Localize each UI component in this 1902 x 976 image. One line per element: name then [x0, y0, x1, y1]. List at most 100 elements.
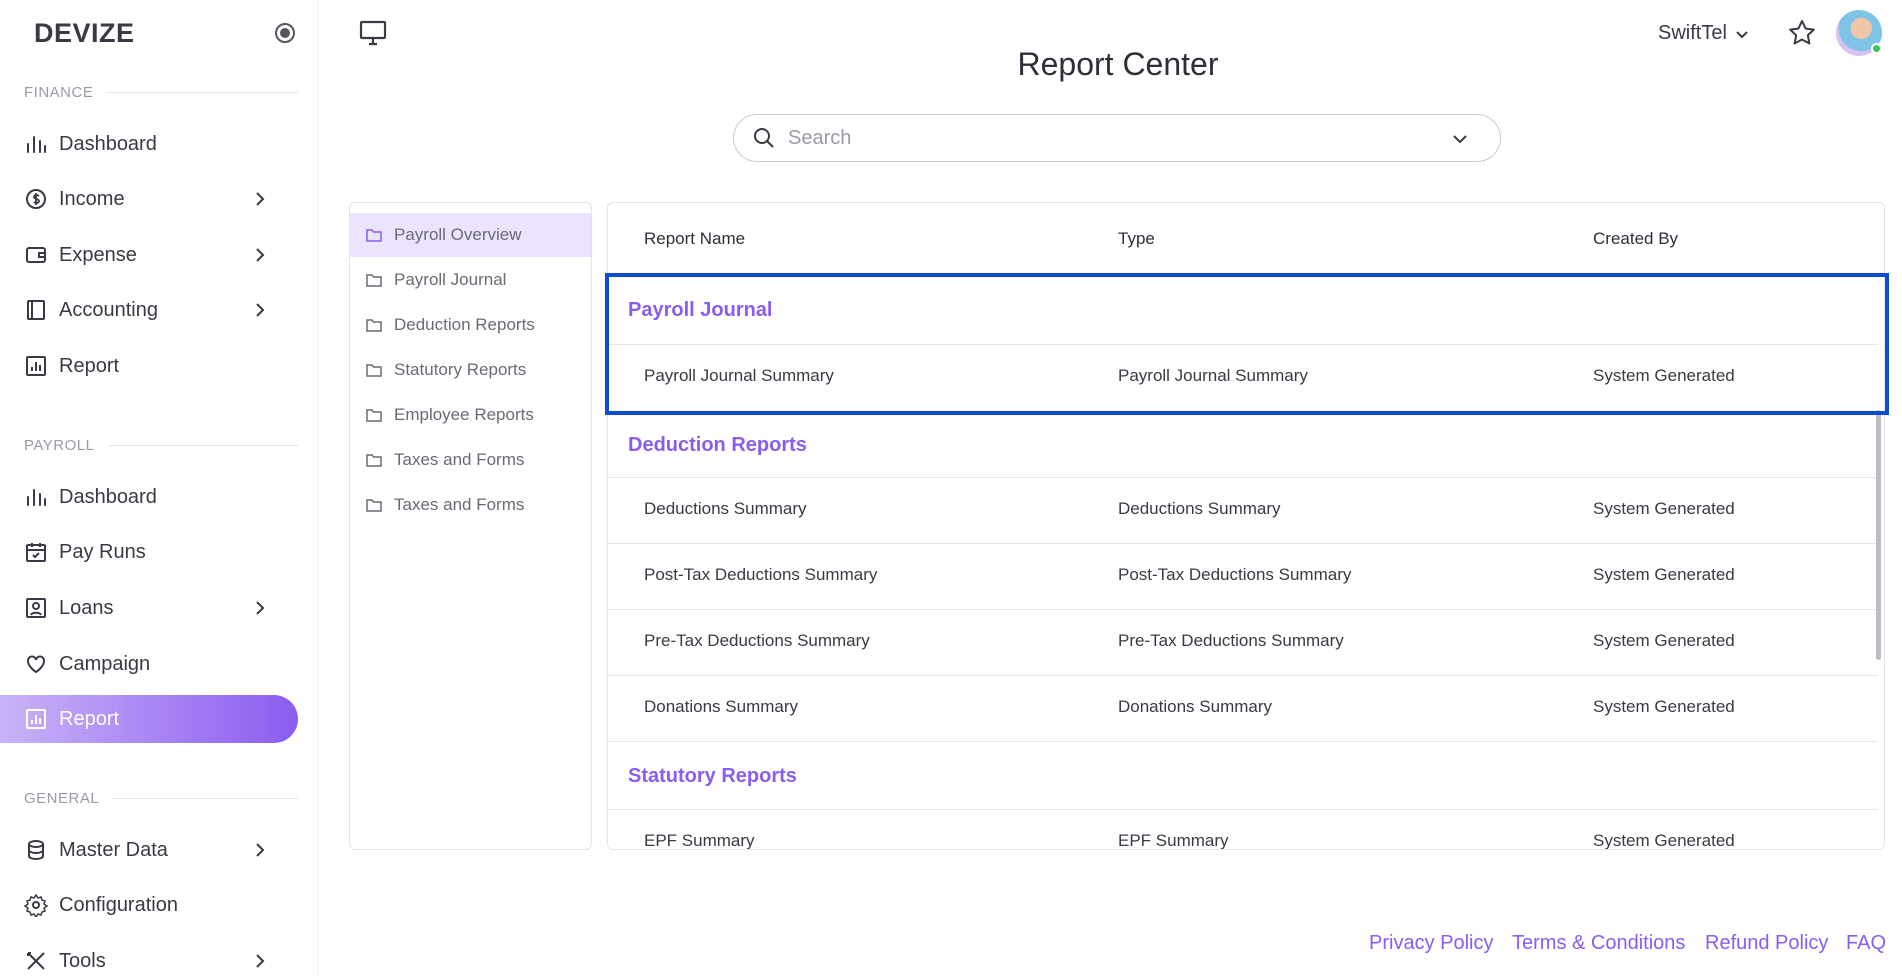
cell-report-name[interactable]: Deductions Summary [644, 499, 807, 519]
chevron-down-icon[interactable] [1450, 129, 1470, 149]
chevron-right-icon [256, 601, 265, 615]
cell-type: Donations Summary [1118, 697, 1273, 716]
folder-taxes-and-forms[interactable]: Taxes and Forms [350, 438, 591, 482]
ledger-icon [24, 298, 48, 322]
report-icon [24, 354, 48, 378]
column-header-created-by[interactable]: Created By [1593, 229, 1678, 249]
folder-label: Employee Reports [394, 405, 534, 424]
dollar-circle-icon [24, 187, 48, 211]
cell-created-by: System Generated [1593, 565, 1735, 584]
chevron-right-icon [256, 954, 265, 968]
group-header-statutory-reports: Statutory Reports [628, 765, 797, 787]
sidebar-item-expense[interactable]: Expense [0, 231, 298, 279]
sidebar-item-label: Pay Runs [59, 540, 146, 563]
search-bar[interactable] [733, 114, 1501, 162]
cell-report-name[interactable]: Post-Tax Deductions Summary [644, 565, 877, 585]
folder-payroll-journal[interactable]: Payroll Journal [350, 258, 591, 302]
sidebar: DEVIZE FINANCE Dashboard Income Expense … [0, 0, 318, 976]
bar-chart-icon [24, 132, 48, 156]
footer-link-faq[interactable]: FAQ [1846, 932, 1886, 955]
folder-label: Taxes and Forms [394, 495, 525, 514]
cell-report-name[interactable]: EPF Summary [644, 831, 755, 849]
table-row[interactable]: EPF Summary EPF Summary System Generated [608, 809, 1878, 850]
report-folder-list: Payroll Overview Payroll Journal Deducti… [349, 202, 592, 850]
table-scrollbar[interactable] [1876, 410, 1881, 660]
chevron-down-icon [1736, 30, 1748, 38]
table-header: Report Name Type Created By [608, 203, 1884, 273]
table-row[interactable]: Pre-Tax Deductions Summary Pre-Tax Deduc… [608, 609, 1878, 675]
folder-label: Payroll Journal [394, 270, 507, 289]
section-label: GENERAL [24, 790, 100, 807]
calendar-check-icon [24, 540, 48, 564]
sidebar-item-campaign[interactable]: Campaign [0, 640, 298, 688]
cell-created-by: System Generated [1593, 499, 1735, 518]
sidebar-item-label: Loans [59, 596, 114, 619]
chevron-right-icon [256, 843, 265, 857]
group-header-deduction-reports: Deduction Reports [628, 434, 807, 456]
folder-icon [366, 499, 382, 512]
folder-taxes-and-forms-2[interactable]: Taxes and Forms [350, 483, 591, 527]
folder-label: Taxes and Forms [394, 450, 525, 469]
sidebar-item-configuration[interactable]: Configuration [0, 881, 298, 929]
sidebar-item-label: Income [59, 187, 125, 210]
report-icon [24, 707, 48, 731]
chevron-right-icon [256, 192, 265, 206]
folder-label: Statutory Reports [394, 360, 527, 379]
sidebar-item-label: Dashboard [59, 485, 157, 508]
folder-deduction-reports[interactable]: Deduction Reports [350, 303, 591, 347]
folder-statutory-reports[interactable]: Statutory Reports [350, 348, 591, 392]
folder-icon [366, 229, 382, 242]
selection-highlight [605, 273, 1889, 415]
page-title: Report Center [1017, 46, 1219, 82]
column-header-report-name[interactable]: Report Name [644, 229, 745, 249]
monitor-icon[interactable] [359, 20, 387, 46]
folder-label: Deduction Reports [394, 315, 535, 334]
footer-link-refund-policy[interactable]: Refund Policy [1705, 932, 1828, 955]
cell-created-by: System Generated [1593, 697, 1735, 716]
sidebar-item-payroll-dashboard[interactable]: Dashboard [0, 473, 298, 521]
sidebar-item-finance-dashboard[interactable]: Dashboard [0, 120, 298, 168]
sidebar-item-label: Accounting [59, 298, 158, 321]
organization-switcher[interactable]: SwiftTel [1658, 22, 1751, 45]
chevron-right-icon [256, 248, 265, 262]
sidebar-item-pay-runs[interactable]: Pay Runs [0, 528, 298, 576]
cell-report-name[interactable]: Pre-Tax Deductions Summary [644, 631, 870, 651]
tools-icon [24, 949, 48, 973]
sidebar-item-finance-report[interactable]: Report [0, 342, 298, 390]
search-icon [754, 128, 774, 148]
brand-logo: DEVIZE [34, 18, 135, 48]
cell-report-name[interactable]: Donations Summary [644, 697, 798, 717]
cell-created-by: System Generated [1593, 831, 1735, 850]
folder-payroll-overview[interactable]: Payroll Overview [350, 213, 591, 257]
sidebar-item-label: Configuration [59, 893, 178, 916]
column-header-type[interactable]: Type [1118, 229, 1155, 249]
cell-type: Pre-Tax Deductions Summary [1118, 631, 1344, 650]
sidebar-toggle-icon[interactable] [275, 23, 295, 43]
footer-link-privacy-policy[interactable]: Privacy Policy [1369, 932, 1493, 955]
section-finance: FINANCE [24, 84, 298, 101]
star-icon[interactable] [1787, 18, 1817, 48]
folder-label: Payroll Overview [394, 225, 522, 244]
sidebar-item-accounting[interactable]: Accounting [0, 286, 298, 334]
sidebar-item-tools[interactable]: Tools [0, 937, 298, 976]
table-row[interactable]: Post-Tax Deductions Summary Post-Tax Ded… [608, 543, 1878, 609]
sidebar-item-label: Report [59, 707, 120, 730]
sidebar-item-payroll-report[interactable]: Report [0, 695, 298, 743]
table-row[interactable]: Donations Summary Donations Summary Syst… [608, 675, 1878, 741]
section-label: PAYROLL [24, 437, 95, 454]
online-status-dot [1871, 43, 1882, 54]
sidebar-item-label: Expense [59, 243, 137, 266]
avatar[interactable] [1836, 10, 1882, 56]
table-row[interactable]: Deductions Summary Deductions Summary Sy… [608, 477, 1878, 543]
app-root: DEVIZE FINANCE Dashboard Income Expense … [0, 0, 1902, 976]
gear-icon [24, 893, 48, 917]
sidebar-item-income[interactable]: Income [0, 175, 298, 223]
organization-name: SwiftTel [1658, 22, 1727, 44]
sidebar-item-loans[interactable]: Loans [0, 584, 298, 632]
search-input[interactable] [788, 126, 1448, 150]
sidebar-item-master-data[interactable]: Master Data [0, 826, 298, 874]
folder-employee-reports[interactable]: Employee Reports [350, 393, 591, 437]
footer-link-terms[interactable]: Terms & Conditions [1512, 932, 1685, 955]
section-payroll: PAYROLL [24, 437, 298, 454]
section-general: GENERAL [24, 790, 298, 807]
